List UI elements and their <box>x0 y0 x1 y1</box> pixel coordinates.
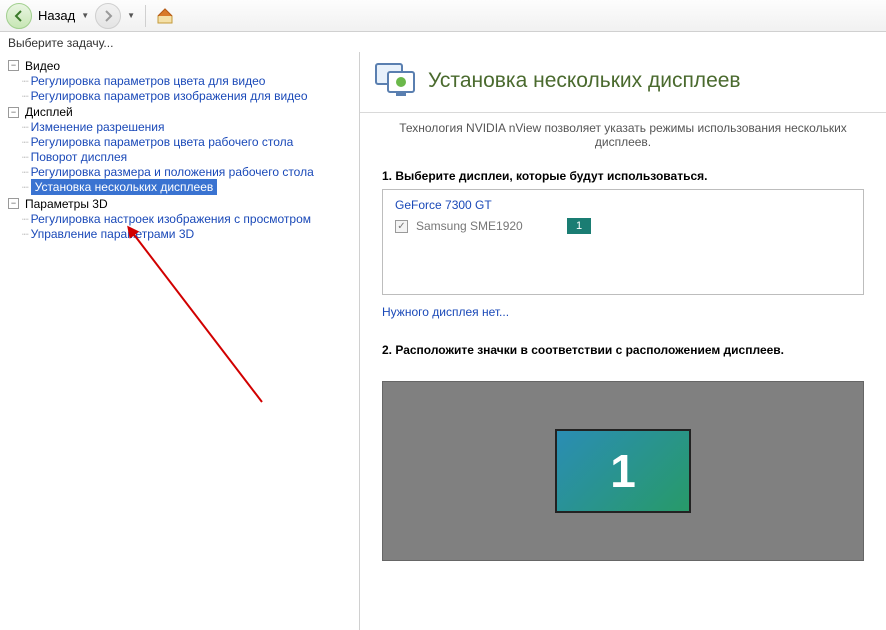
tree-item-resolution[interactable]: Изменение разрешения <box>31 120 165 134</box>
toolbar: Назад ▼ ▼ <box>0 0 886 32</box>
monitor-badge: 1 <box>567 218 591 234</box>
monitor-row: ✓ Samsung SME1920 1 <box>395 218 851 234</box>
toolbar-separator <box>145 5 146 27</box>
sidebar: − Видео ┈Регулировка параметров цвета дл… <box>0 52 360 630</box>
forward-button[interactable] <box>95 3 121 29</box>
tree-item-size-position[interactable]: Регулировка размера и положения рабочего… <box>31 165 314 179</box>
home-button[interactable] <box>154 5 176 27</box>
collapse-icon[interactable]: − <box>8 60 19 71</box>
tree-item-desktop-color[interactable]: Регулировка параметров цвета рабочего ст… <box>31 135 294 149</box>
tree-item-multi-display[interactable]: Установка нескольких дисплеев <box>31 179 218 195</box>
step2-title: 2. Расположите значки в соответствии с р… <box>382 343 864 357</box>
display-arrange-area[interactable]: 1 <box>382 381 864 561</box>
gpu-name: GeForce 7300 GT <box>395 198 851 212</box>
tree-category-display[interactable]: Дисплей <box>25 105 73 119</box>
display-tile-1[interactable]: 1 <box>555 429 691 513</box>
step1-section: 1. Выберите дисплеи, которые будут испол… <box>360 169 886 329</box>
tree-category-video[interactable]: Видео <box>25 59 60 73</box>
tree-item-video-image[interactable]: Регулировка параметров изображения для в… <box>31 89 308 103</box>
page-title: Установка нескольких дисплеев <box>428 69 741 93</box>
tree-category-3d[interactable]: Параметры 3D <box>25 197 108 211</box>
collapse-icon[interactable]: − <box>8 198 19 209</box>
forward-dropdown-icon[interactable]: ▼ <box>125 11 137 20</box>
missing-display-link[interactable]: Нужного дисплея нет... <box>382 305 509 319</box>
tree-item-rotate[interactable]: Поворот дисплея <box>31 150 128 164</box>
tree-item-video-color[interactable]: Регулировка параметров цвета для видео <box>31 74 266 88</box>
tree-item-3d-manage[interactable]: Управление параметрами 3D <box>31 227 195 241</box>
display-selection-box: GeForce 7300 GT ✓ Samsung SME1920 1 <box>382 189 864 295</box>
back-label: Назад <box>38 8 75 23</box>
back-button[interactable] <box>6 3 32 29</box>
monitor-checkbox[interactable]: ✓ <box>395 220 408 233</box>
task-tree: − Видео ┈Регулировка параметров цвета дл… <box>6 57 353 241</box>
page-description: Технология NVIDIA nView позволяет указат… <box>360 113 886 169</box>
annotation-arrow <box>122 222 302 422</box>
step2-section: 2. Расположите значки в соответствии с р… <box>360 329 886 373</box>
back-dropdown-icon[interactable]: ▼ <box>79 11 91 20</box>
main-panel: Установка нескольких дисплеев Технология… <box>360 52 886 630</box>
monitor-name: Samsung SME1920 <box>416 219 523 233</box>
step1-title: 1. Выберите дисплеи, которые будут испол… <box>382 169 864 183</box>
task-prompt: Выберите задачу... <box>0 32 886 52</box>
monitor-icon <box>374 60 416 102</box>
page-banner: Установка нескольких дисплеев <box>360 52 886 113</box>
tree-item-3d-preview[interactable]: Регулировка настроек изображения с просм… <box>31 212 311 226</box>
collapse-icon[interactable]: − <box>8 107 19 118</box>
